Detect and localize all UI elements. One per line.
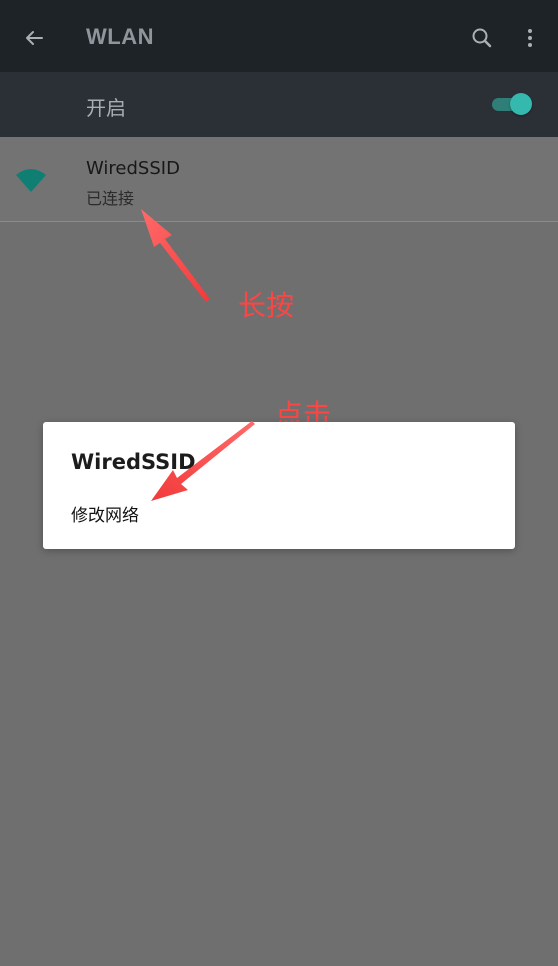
wifi-icon — [14, 167, 48, 195]
wlan-toggle-row[interactable]: 开启 — [0, 72, 558, 138]
network-context-dialog: WiredSSID 修改网络 — [43, 422, 515, 549]
wifi-settings-screen: WLAN 开启 WiredSSID 已连接 长按 点击 WiredSSID 修改… — [0, 0, 558, 966]
search-icon[interactable] — [468, 24, 496, 52]
network-status: 已连接 — [86, 189, 135, 208]
network-list-item[interactable]: WiredSSID 已连接 — [0, 137, 558, 222]
long-press-annotation: 长按 — [238, 289, 295, 322]
dialog-title: WiredSSID — [71, 450, 196, 474]
page-title: WLAN — [86, 24, 154, 49]
wlan-toggle-label: 开启 — [86, 96, 126, 120]
arrow-left-icon[interactable] — [20, 24, 48, 52]
wlan-toggle-switch[interactable] — [492, 93, 534, 115]
top-app-bar: WLAN — [0, 0, 558, 72]
toggle-thumb — [510, 93, 532, 115]
network-name: WiredSSID — [86, 158, 180, 179]
annotation-arrow-icon — [141, 209, 210, 302]
modify-network-option[interactable]: 修改网络 — [71, 501, 139, 526]
more-vertical-icon[interactable] — [518, 24, 542, 52]
